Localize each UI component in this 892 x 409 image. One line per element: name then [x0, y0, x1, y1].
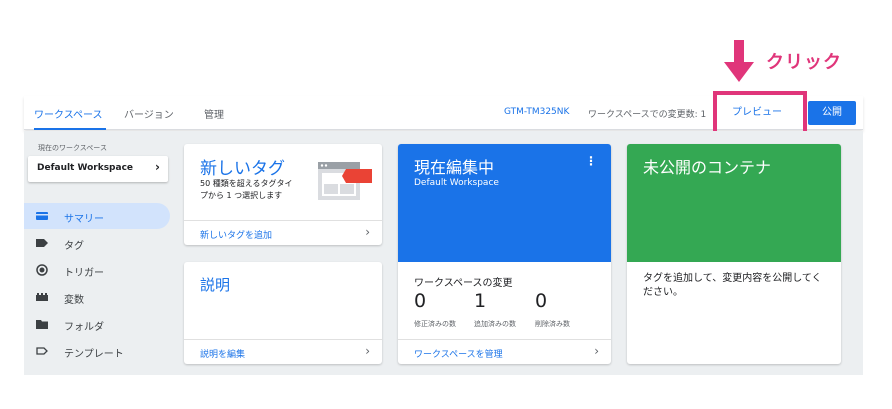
new-tag-title: 新しいタグ: [200, 159, 285, 179]
workspace-caption: 現在のワークスペース: [38, 144, 107, 152]
variable-icon: [36, 293, 48, 301]
workspace-changes-heading: ワークスペースの変更: [414, 278, 513, 289]
sidebar-item-label: フォルダ: [64, 322, 104, 333]
arrow-down-icon: [724, 40, 754, 82]
trigger-icon: [36, 264, 48, 276]
add-new-tag-label: 新しいタグを追加: [200, 231, 273, 241]
current-workspace-name: Default Workspace: [414, 178, 499, 188]
deleted-label: 削除済み数: [535, 320, 570, 328]
publish-button[interactable]: 公開: [808, 101, 856, 125]
modified-label: 修正済みの数: [414, 320, 456, 328]
click-annotation-label: クリック: [766, 52, 842, 73]
tag-icon: [36, 239, 48, 247]
tab-versions[interactable]: バージョン: [124, 106, 174, 121]
manage-workspaces-link[interactable]: ワークスペースを管理 ›: [398, 339, 611, 364]
manage-workspaces-label: ワークスペースを管理: [414, 350, 503, 360]
tag-illustration-icon: [318, 162, 372, 200]
chevron-right-icon: ›: [365, 225, 370, 239]
description-title: 説明: [200, 276, 231, 294]
workspace-changes-count: ワークスペースでの変更数: 1: [588, 110, 707, 120]
added-count: 1: [474, 290, 487, 312]
deleted-count: 0: [535, 290, 548, 312]
description-card: 説明 説明を編集 ›: [184, 262, 382, 364]
chevron-right-icon: ›: [365, 344, 370, 358]
sidebar-item-tags[interactable]: タグ: [24, 230, 170, 256]
more-vert-icon[interactable]: ⋮: [585, 154, 597, 168]
edit-description-link[interactable]: 説明を編集 ›: [184, 339, 382, 364]
new-tag-description: 50 種類を超えるタグタイプから 1 つ選択します: [200, 179, 293, 200]
template-icon: [36, 347, 48, 355]
workspace-name: Default Workspace: [37, 163, 134, 173]
tab-workspace[interactable]: ワークスペース: [34, 106, 103, 121]
modified-count: 0: [414, 290, 427, 312]
chevron-right-icon: ›: [594, 344, 599, 358]
sidebar-item-label: 変数: [64, 295, 84, 306]
sidebar-item-templates[interactable]: テンプレート: [24, 338, 170, 364]
summary-icon: [36, 212, 48, 220]
sidebar-item-label: サマリー: [64, 214, 104, 225]
sidebar-item-summary[interactable]: サマリー: [24, 203, 170, 229]
chevron-right-icon: ›: [155, 160, 160, 174]
workspace-selector[interactable]: Default Workspace ›: [28, 156, 168, 182]
unpublished-container-card: 未公開のコンテナ タグを追加して、変更内容を公開してください。: [627, 144, 841, 364]
sidebar-item-label: テンプレート: [64, 349, 124, 360]
current-workspace-card: 現在編集中 Default Workspace ⋮ ワークスペースの変更 0 1…: [398, 144, 611, 364]
added-label: 追加済みの数: [474, 320, 516, 328]
tab-admin[interactable]: 管理: [204, 106, 224, 121]
sidebar-item-label: タグ: [64, 241, 84, 252]
unpublished-title: 未公開のコンテナ: [643, 158, 772, 177]
sidebar-item-triggers[interactable]: トリガー: [24, 257, 170, 283]
folder-icon: [36, 320, 48, 329]
sidebar-item-variables[interactable]: 変数: [24, 284, 170, 310]
add-new-tag-link[interactable]: 新しいタグを追加 ›: [184, 220, 382, 245]
container-id-link[interactable]: GTM-TM325NK: [504, 107, 569, 117]
active-tab-underline: [34, 128, 106, 130]
unpublished-body: タグを追加して、変更内容を公開してください。: [643, 273, 822, 298]
new-tag-card[interactable]: 新しいタグ 50 種類を超えるタグタイプから 1 つ選択します 新しいタグを追加…: [184, 144, 382, 245]
edit-description-label: 説明を編集: [200, 350, 246, 360]
sidebar-item-label: トリガー: [64, 268, 104, 279]
sidebar-item-folders[interactable]: フォルダ: [24, 311, 170, 337]
gtm-screen: クリック ワークスペース バージョン 管理 GTM-TM325NK ワークスペー…: [0, 0, 892, 409]
current-workspace-title: 現在編集中: [414, 158, 495, 177]
